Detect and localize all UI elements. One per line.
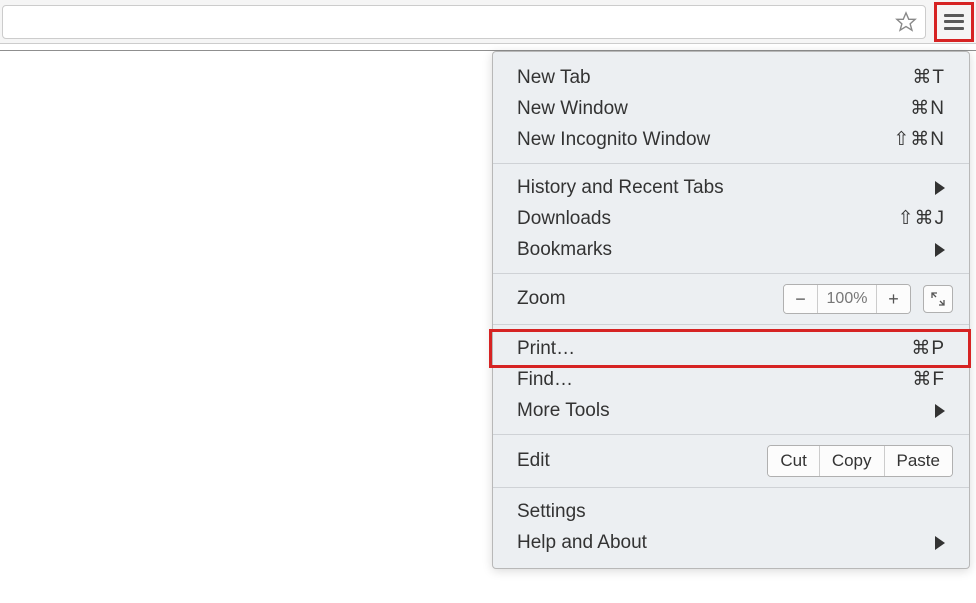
zoom-controls-group: − 100% +: [783, 284, 911, 314]
menu-item-label: More Tools: [517, 400, 925, 422]
main-menu-button[interactable]: [934, 2, 974, 42]
menu-item-bookmarks[interactable]: Bookmarks: [493, 234, 969, 265]
fullscreen-icon: [931, 292, 945, 306]
menu-item-new-tab[interactable]: New Tab ⌘T: [493, 62, 969, 93]
edit-label: Edit: [517, 450, 767, 472]
browser-toolbar: [0, 0, 976, 44]
menu-item-settings[interactable]: Settings: [493, 496, 969, 527]
menu-item-print[interactable]: Print… ⌘P: [493, 333, 969, 364]
menu-item-find[interactable]: Find… ⌘F: [493, 364, 969, 395]
menu-item-downloads[interactable]: Downloads ⇧⌘J: [493, 203, 969, 234]
fullscreen-button[interactable]: [923, 285, 953, 313]
menu-item-label: Help and About: [517, 532, 925, 554]
menu-item-label: Downloads: [517, 208, 875, 230]
menu-item-label: Settings: [517, 501, 945, 523]
submenu-arrow-icon: [935, 404, 945, 418]
menu-item-label: New Incognito Window: [517, 129, 875, 151]
menu-separator: [493, 434, 969, 435]
zoom-out-button[interactable]: −: [784, 285, 818, 313]
submenu-arrow-icon: [935, 181, 945, 195]
submenu-arrow-icon: [935, 536, 945, 550]
menu-item-label: Bookmarks: [517, 239, 925, 261]
zoom-in-button[interactable]: +: [876, 285, 910, 313]
menu-item-help[interactable]: Help and About: [493, 527, 969, 558]
menu-separator: [493, 163, 969, 164]
paste-button[interactable]: Paste: [885, 446, 952, 476]
zoom-level-value: 100%: [818, 285, 876, 313]
menu-item-more-tools[interactable]: More Tools: [493, 395, 969, 426]
cut-button[interactable]: Cut: [768, 446, 819, 476]
edit-buttons-group: Cut Copy Paste: [767, 445, 953, 477]
zoom-label: Zoom: [517, 288, 783, 310]
menu-item-shortcut: ⌘P: [875, 337, 945, 360]
menu-edit-row: Edit Cut Copy Paste: [493, 441, 969, 481]
address-bar[interactable]: [2, 5, 926, 39]
main-menu-dropdown: New Tab ⌘T New Window ⌘N New Incognito W…: [492, 51, 970, 569]
menu-separator: [493, 487, 969, 488]
menu-item-label: New Tab: [517, 67, 875, 89]
menu-item-history[interactable]: History and Recent Tabs: [493, 172, 969, 203]
hamburger-icon: [944, 14, 964, 30]
menu-item-label: Print…: [517, 338, 875, 360]
menu-zoom-row: Zoom − 100% +: [493, 280, 969, 318]
copy-button[interactable]: Copy: [820, 446, 885, 476]
menu-item-new-incognito[interactable]: New Incognito Window ⇧⌘N: [493, 124, 969, 155]
bookmark-star-icon[interactable]: [895, 11, 917, 33]
menu-item-shortcut: ⇧⌘N: [875, 128, 945, 151]
menu-separator: [493, 324, 969, 325]
menu-separator: [493, 273, 969, 274]
menu-item-shortcut: ⌘T: [875, 66, 945, 89]
menu-item-shortcut: ⌘F: [875, 368, 945, 391]
menu-item-label: History and Recent Tabs: [517, 177, 925, 199]
submenu-arrow-icon: [935, 243, 945, 257]
menu-item-label: New Window: [517, 98, 875, 120]
menu-item-new-window[interactable]: New Window ⌘N: [493, 93, 969, 124]
menu-item-label: Find…: [517, 369, 875, 391]
menu-item-shortcut: ⇧⌘J: [875, 207, 945, 230]
menu-item-shortcut: ⌘N: [875, 97, 945, 120]
